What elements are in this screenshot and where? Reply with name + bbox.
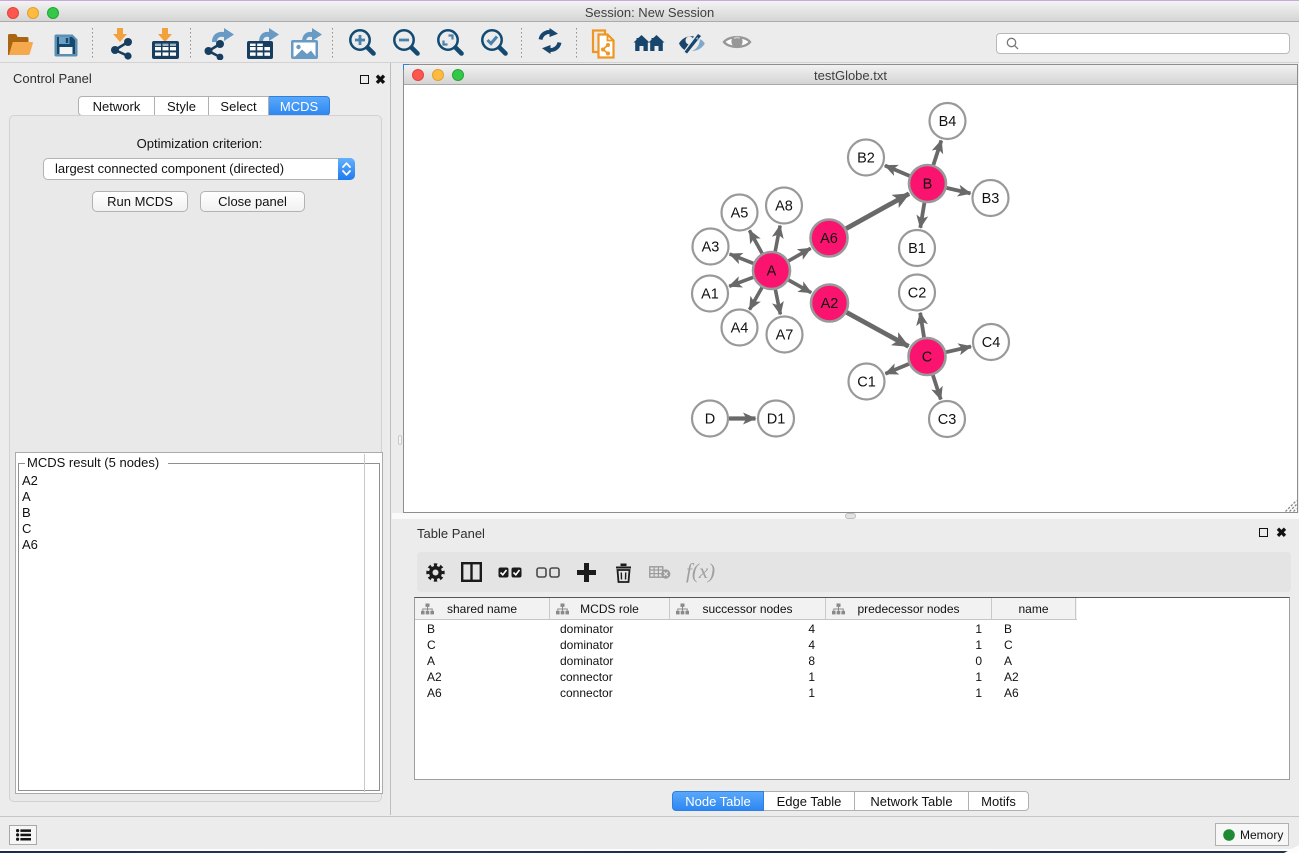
svg-text:C3: C3 — [938, 412, 957, 428]
svg-text:D1: D1 — [767, 412, 786, 428]
svg-text:B4: B4 — [939, 114, 957, 130]
svg-text:A7: A7 — [776, 328, 794, 344]
svg-text:D: D — [705, 412, 715, 428]
svg-text:A6: A6 — [820, 231, 838, 247]
svg-text:C4: C4 — [982, 335, 1001, 351]
svg-text:A5: A5 — [731, 206, 749, 222]
svg-text:A3: A3 — [702, 240, 720, 256]
svg-text:C2: C2 — [908, 286, 927, 302]
svg-text:B1: B1 — [908, 241, 926, 257]
svg-text:A1: A1 — [701, 287, 719, 303]
svg-text:A: A — [767, 264, 777, 280]
svg-text:B: B — [923, 177, 933, 193]
svg-text:A4: A4 — [731, 321, 749, 337]
svg-text:B2: B2 — [857, 151, 875, 167]
svg-text:A8: A8 — [775, 199, 793, 215]
svg-text:B3: B3 — [982, 191, 1000, 207]
svg-text:C1: C1 — [857, 375, 876, 391]
svg-text:C: C — [922, 350, 932, 366]
svg-text:A2: A2 — [821, 296, 839, 312]
